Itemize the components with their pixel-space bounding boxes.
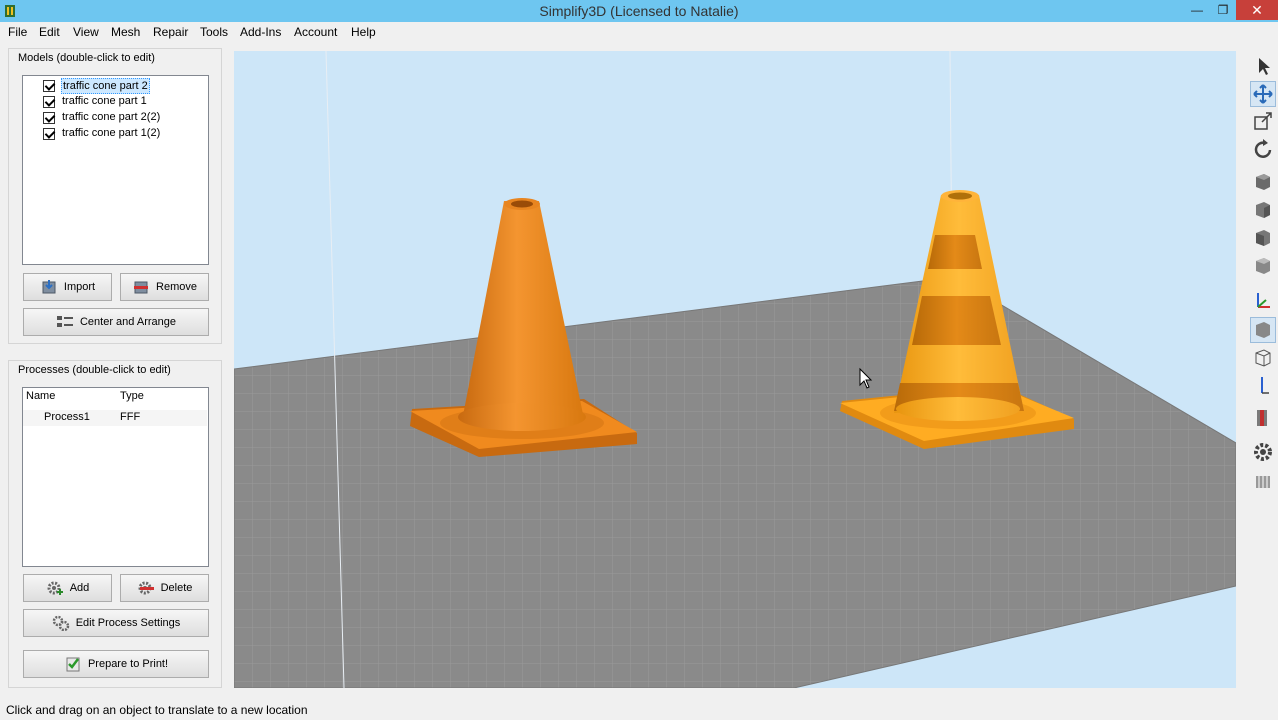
menu-edit[interactable]: Edit — [39, 25, 60, 39]
model-label: traffic cone part 2(2) — [62, 111, 161, 123]
scale-tool[interactable] — [1250, 109, 1276, 135]
model-label: traffic cone part 2 — [61, 78, 150, 94]
model-label: traffic cone part 1(2) — [62, 127, 161, 139]
prepare-to-print-button[interactable]: Prepare to Print! — [23, 650, 209, 678]
move-tool[interactable] — [1250, 81, 1276, 107]
model-visible-checkbox[interactable] — [43, 128, 55, 140]
model-label: traffic cone part 1 — [62, 95, 147, 107]
add-gear-icon — [47, 581, 63, 595]
select-icon — [1259, 58, 1270, 75]
column-header-name[interactable]: Name — [26, 390, 55, 402]
axes-icon — [1257, 293, 1270, 308]
rotate-icon — [1254, 139, 1272, 158]
view-front-tool[interactable] — [1250, 197, 1276, 223]
menu-tools[interactable]: Tools — [200, 25, 228, 39]
front-view-icon — [1256, 202, 1270, 218]
remove-label: Remove — [156, 281, 197, 293]
settings-gears-icon — [52, 615, 69, 631]
settings-gear-icon — [1254, 443, 1272, 461]
processes-table[interactable]: Name Type Process1 FFF — [22, 387, 209, 567]
rotate-tool[interactable] — [1250, 137, 1276, 163]
build-scene[interactable] — [234, 51, 1236, 688]
settings-tool[interactable] — [1250, 439, 1276, 465]
table-row[interactable]: Process1 FFF — [23, 410, 207, 426]
wireframe-view-icon — [1255, 349, 1271, 367]
solid-view-tool[interactable] — [1250, 317, 1276, 343]
delete-label: Delete — [160, 582, 193, 594]
delete-process-button[interactable]: Delete — [120, 574, 209, 602]
menu-account[interactable]: Account — [294, 25, 337, 39]
prepare-label: Prepare to Print! — [87, 658, 169, 670]
top-view-icon — [1256, 258, 1270, 274]
status-bar: Click and drag on an object to translate… — [0, 700, 1278, 720]
menu-mesh[interactable]: Mesh — [111, 25, 140, 39]
center-arrange-label: Center and Arrange — [79, 316, 176, 328]
support-tool[interactable] — [1250, 469, 1276, 495]
edit-settings-label: Edit Process Settings — [75, 617, 181, 629]
center-arrange-button[interactable]: Center and Arrange — [23, 308, 209, 336]
menu-bar: File Edit View Mesh Repair Tools Add-Ins… — [0, 22, 1278, 42]
menu-repair[interactable]: Repair — [153, 25, 188, 39]
right-toolbar — [1246, 51, 1278, 501]
cut-plane-tool[interactable] — [1250, 405, 1276, 431]
left-panel: Models (double-click to edit) traffic co… — [8, 48, 222, 688]
menu-help[interactable]: Help — [351, 25, 376, 39]
process-name: Process1 — [44, 411, 90, 423]
model-visible-checkbox[interactable] — [43, 112, 55, 124]
support-icon — [1256, 476, 1270, 488]
3d-viewport[interactable] — [234, 51, 1236, 688]
wireframe-view-tool[interactable] — [1250, 345, 1276, 371]
axis-z-tool[interactable] — [1250, 373, 1276, 399]
prepare-check-icon — [66, 657, 80, 672]
import-button[interactable]: Import — [23, 273, 112, 301]
model-visible-checkbox[interactable] — [43, 80, 55, 92]
menu-file[interactable]: File — [8, 25, 27, 39]
maximize-button[interactable]: ❐ — [1210, 0, 1236, 20]
delete-gear-icon — [138, 581, 154, 595]
title-bar: Simplify3D (Licensed to Natalie) — ❐ ✕ — [0, 0, 1278, 22]
edit-process-settings-button[interactable]: Edit Process Settings — [23, 609, 209, 637]
processes-group-label: Processes (double-click to edit) — [18, 364, 171, 376]
model-visible-checkbox[interactable] — [43, 96, 55, 108]
move-icon — [1253, 84, 1273, 104]
remove-icon — [134, 281, 149, 294]
import-label: Import — [63, 281, 96, 293]
minimize-button[interactable]: — — [1184, 0, 1210, 20]
models-group: Models (double-click to edit) traffic co… — [8, 48, 222, 344]
axis-z-icon — [1261, 377, 1269, 394]
axes-toggle-tool[interactable] — [1250, 287, 1276, 313]
view-top-tool[interactable] — [1250, 253, 1276, 279]
side-view-icon — [1256, 230, 1270, 246]
menu-view[interactable]: View — [73, 25, 99, 39]
status-text: Click and drag on an object to translate… — [6, 703, 308, 717]
cut-plane-icon — [1257, 410, 1267, 426]
add-label: Add — [69, 582, 90, 594]
center-arrange-icon — [56, 316, 73, 327]
remove-button[interactable]: Remove — [120, 273, 209, 301]
select-tool[interactable] — [1250, 53, 1276, 79]
view-cube-icon — [1256, 174, 1270, 190]
view-side-tool[interactable] — [1250, 225, 1276, 251]
add-process-button[interactable]: Add — [23, 574, 112, 602]
scale-icon — [1254, 112, 1272, 130]
solid-view-icon — [1256, 322, 1270, 338]
window-title: Simplify3D (Licensed to Natalie) — [539, 3, 739, 19]
process-type: FFF — [120, 411, 141, 423]
import-icon — [42, 280, 56, 294]
processes-group: Processes (double-click to edit) Name Ty… — [8, 360, 222, 688]
models-group-label: Models (double-click to edit) — [18, 52, 155, 64]
close-button[interactable]: ✕ — [1236, 0, 1278, 20]
build-plate[interactable] — [234, 277, 1236, 688]
column-header-type[interactable]: Type — [120, 390, 144, 402]
view-default-tool[interactable] — [1250, 169, 1276, 195]
models-list[interactable]: traffic cone part 2 traffic cone part 1 … — [22, 75, 209, 265]
menu-add-ins[interactable]: Add-Ins — [240, 25, 281, 39]
